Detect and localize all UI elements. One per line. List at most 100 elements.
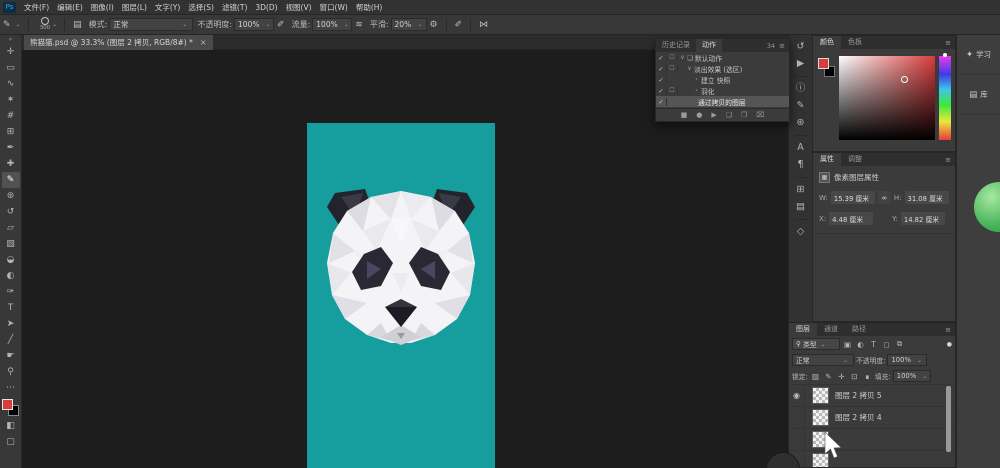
blend-mode-select[interactable]: 正常 ⌄ (109, 18, 193, 31)
menu-select[interactable]: 选择(S) (184, 2, 218, 13)
action-row-selected[interactable]: ✓ 通过拷贝的图层 (656, 96, 789, 107)
move-tool[interactable]: ✛ (2, 44, 20, 60)
layer-row[interactable] (789, 429, 955, 451)
visibility-eye-icon[interactable]: ◉ (789, 385, 805, 406)
tab-paths[interactable]: 路径 (845, 323, 873, 336)
tab-color[interactable]: 颜色 (813, 36, 841, 49)
clone-stamp-tool[interactable]: ⊛ (2, 188, 20, 204)
actions-panel-icon[interactable]: ▶ (797, 59, 804, 69)
adjustment-filter-icon[interactable]: ◐ (855, 340, 866, 349)
folder-button[interactable]: ❏ (726, 111, 732, 119)
layer-row-partial[interactable] (789, 451, 955, 468)
smoothing-select[interactable]: 20% ⌄ (391, 18, 427, 31)
flow-select[interactable]: 100% ⌄ (312, 18, 352, 31)
action-check-icon[interactable]: ✓ (656, 76, 667, 84)
smart-object-filter-icon[interactable]: ⧉ (894, 339, 905, 349)
libraries-panel-icon[interactable]: ▤ (796, 202, 805, 212)
shape-filter-icon[interactable]: ◻ (881, 340, 892, 349)
type-tool[interactable]: T (2, 300, 20, 316)
h-field[interactable]: 31.08 厘米 (905, 191, 949, 204)
action-dialog-toggle[interactable]: ☐ (667, 87, 678, 94)
eraser-tool[interactable]: ▱ (2, 220, 20, 236)
action-row[interactable]: ✓ ☐ ∨ 淡出效果 (选区) (656, 63, 789, 74)
tab-layers[interactable]: 图层 (789, 323, 817, 336)
menu-view[interactable]: 视图(V) (282, 2, 316, 13)
tab-properties[interactable]: 属性 (813, 153, 841, 166)
fill-select[interactable]: 100% ⌄ (893, 370, 931, 382)
menu-file[interactable]: 文件(F) (20, 2, 53, 13)
opacity-select[interactable]: 100% ⌄ (234, 18, 274, 31)
lock-pixels-icon[interactable]: ✎ (823, 372, 834, 381)
airbrush-icon[interactable]: ≋ (352, 20, 366, 30)
layers-scrollbar[interactable] (946, 386, 951, 452)
learn-panel-button[interactable]: ✦ 学习 (957, 35, 1000, 75)
shape-tool[interactable]: ╱ (2, 332, 20, 348)
action-row[interactable]: ✓ ☐ › 羽化 (656, 85, 789, 96)
type-filter-icon[interactable]: T (868, 340, 879, 349)
blur-tool[interactable]: ◒ (2, 252, 20, 268)
document-canvas[interactable] (307, 123, 495, 468)
w-field[interactable]: 15.39 厘米 (831, 191, 875, 204)
lock-all-icon[interactable]: ∎ (862, 372, 873, 381)
saturation-brightness-field[interactable] (839, 56, 935, 140)
close-icon[interactable]: × (200, 38, 207, 47)
brush-size-caret-icon[interactable]: ⌄ (50, 21, 59, 28)
panel-menu-icon[interactable]: ≡ (775, 42, 789, 50)
brush-preset-caret-icon[interactable]: ⌄ (14, 21, 23, 28)
lock-transparent-icon[interactable]: ▨ (810, 372, 821, 381)
visibility-eye-toggle[interactable] (789, 407, 805, 428)
color-picker-marker[interactable] (901, 76, 908, 83)
pressure-size-icon[interactable]: ✐ (452, 20, 466, 30)
expand-arrow-icon[interactable]: ∨ (685, 65, 694, 72)
link-dimensions-icon[interactable]: ∞ (878, 191, 891, 204)
action-check-icon[interactable]: ✓ (656, 98, 667, 106)
layer-thumbnail[interactable] (812, 409, 829, 426)
quick-mask-button[interactable]: ◧ (2, 418, 20, 434)
action-check-icon[interactable]: ✓ (656, 87, 667, 95)
brush-preset-icon[interactable]: ✎ (0, 20, 14, 30)
action-check-icon[interactable]: ✓ (656, 54, 667, 62)
expand-arrow-icon[interactable]: ∨ (678, 54, 687, 61)
visibility-eye-toggle[interactable] (789, 429, 805, 450)
clone-source-panel-icon[interactable]: ⊛ (797, 118, 805, 128)
menu-3d[interactable]: 3D(D) (251, 3, 281, 12)
paragraph-panel-icon[interactable]: ¶ (797, 160, 803, 170)
tab-channels[interactable]: 通道 (817, 323, 845, 336)
healing-brush-tool[interactable]: ✚ (2, 156, 20, 172)
tab-actions[interactable]: 动作 (696, 39, 722, 52)
y-field[interactable]: 14.82 厘米 (901, 212, 945, 225)
action-dialog-toggle[interactable]: ☐ (667, 65, 678, 72)
tab-swatches[interactable]: 色板 (841, 36, 869, 49)
foreground-color-swatch[interactable] (2, 399, 13, 410)
magic-wand-tool[interactable]: ✶ (2, 92, 20, 108)
export-panel-icon[interactable]: ⊞ (797, 185, 805, 195)
info-panel-icon[interactable]: ⓘ (796, 84, 806, 94)
layer-row[interactable]: 图层 2 拷贝 4 (789, 407, 955, 429)
expand-arrow-icon[interactable]: › (692, 76, 701, 83)
tab-history[interactable]: 历史记录 (656, 39, 696, 52)
brush-panel-toggle-icon[interactable]: ▤ (70, 20, 85, 30)
menu-filter[interactable]: 滤镜(T) (218, 2, 251, 13)
foreground-color-swatch[interactable] (818, 58, 829, 69)
expand-arrow-icon[interactable]: › (692, 87, 701, 94)
panel-menu-icon[interactable]: ≡ (941, 156, 955, 164)
frame-tool[interactable]: ⊞ (2, 124, 20, 140)
panel-menu-icon[interactable]: ≡ (941, 39, 955, 47)
gradient-tool[interactable]: ▧ (2, 236, 20, 252)
action-row[interactable]: ✓ ☐ ∨ ❏ 默认动作 (656, 52, 789, 63)
character-panel-icon[interactable]: A (797, 143, 804, 153)
pressure-opacity-icon[interactable]: ✐ (274, 20, 288, 30)
filter-toggle[interactable]: ● (947, 341, 952, 348)
color-swatches[interactable] (2, 399, 19, 416)
crop-tool[interactable]: # (2, 108, 20, 124)
new-action-button[interactable]: ❐ (741, 111, 747, 119)
layer-row[interactable]: ◉ 图层 2 拷贝 5 (789, 385, 955, 407)
menu-image[interactable]: 图像(I) (87, 2, 118, 13)
edit-toolbar-icon[interactable]: ⋯ (2, 380, 20, 396)
hue-slider[interactable] (939, 56, 951, 140)
threed-panel-icon[interactable]: ◇ (797, 227, 804, 237)
pixel-filter-icon[interactable]: ▣ (842, 340, 853, 349)
menu-layer[interactable]: 图层(L) (118, 2, 151, 13)
lock-artboard-icon[interactable]: ⊡ (849, 372, 860, 381)
menu-edit[interactable]: 编辑(E) (53, 2, 87, 13)
